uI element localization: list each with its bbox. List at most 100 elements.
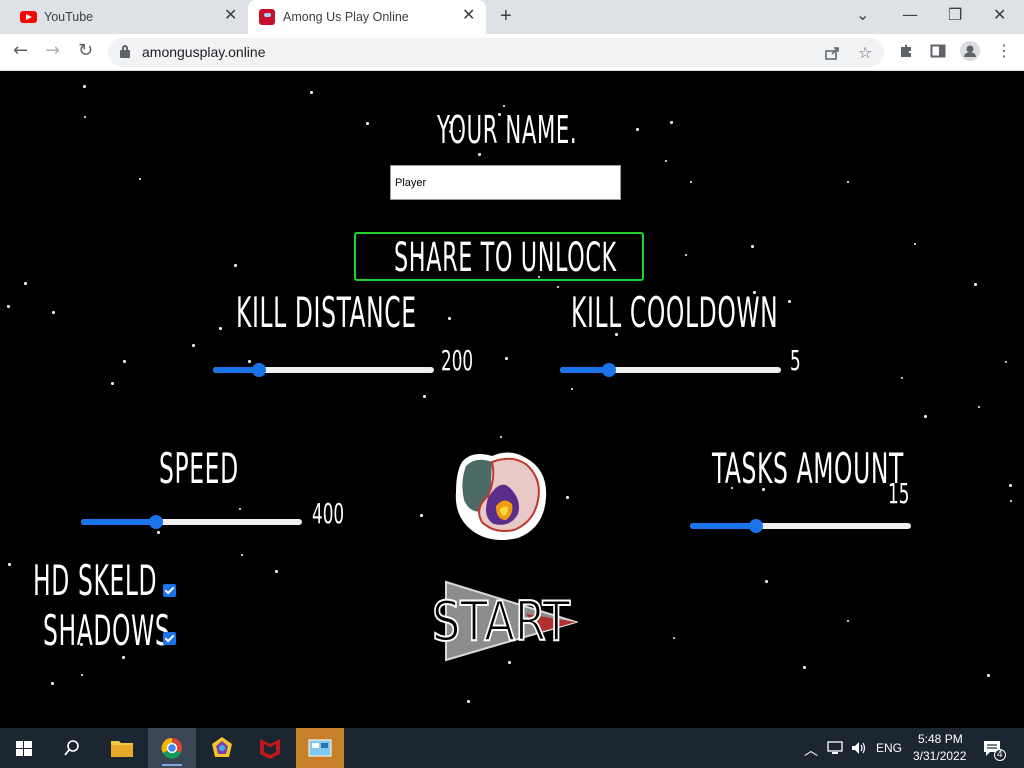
star — [51, 682, 54, 685]
star — [978, 406, 980, 408]
browser-toolbar: ← → ↻ amongusplay.online ☆ ⋮ — [0, 34, 1024, 71]
star — [52, 311, 55, 314]
tab-youtube-label: YouTube — [44, 10, 94, 24]
star — [987, 674, 990, 677]
star — [847, 181, 849, 183]
your-name-title: YOUR NAME. — [437, 108, 578, 152]
profile-icon[interactable] — [960, 41, 980, 61]
start-button[interactable]: START — [430, 578, 578, 664]
back-arrow-icon[interactable]: ← — [13, 42, 28, 60]
star — [665, 160, 667, 162]
forward-arrow-icon[interactable]: → — [45, 42, 60, 60]
kill-cooldown-value: 5 — [790, 344, 801, 377]
star — [241, 554, 243, 556]
star — [1005, 361, 1007, 363]
star — [310, 91, 313, 94]
clock-time[interactable]: 5:48 PM — [918, 732, 963, 746]
language-indicator[interactable]: ENG — [876, 741, 902, 755]
star-icon[interactable]: ☆ — [858, 43, 872, 62]
tab-youtube[interactable]: YouTube ✕ — [0, 0, 246, 34]
star — [478, 153, 481, 156]
tab-among-us[interactable]: Among Us Play Online ✕ — [248, 0, 486, 34]
share-to-unlock-button[interactable]: SHARE TO UNLOCK — [354, 232, 644, 281]
reload-icon[interactable]: ↻ — [78, 42, 93, 60]
star — [670, 121, 673, 124]
speed-slider[interactable] — [81, 514, 302, 530]
chrome-icon[interactable] — [148, 728, 196, 768]
player-name-input[interactable] — [390, 165, 621, 200]
star — [505, 357, 508, 360]
star — [157, 531, 160, 534]
star — [139, 178, 141, 180]
extensions-icon[interactable] — [898, 43, 914, 59]
speed-value: 400 — [312, 497, 345, 530]
restore-icon[interactable]: ❐ — [948, 5, 962, 24]
star — [788, 300, 791, 303]
control-panel-icon[interactable] — [296, 728, 344, 768]
star — [219, 327, 222, 330]
star — [1010, 500, 1012, 502]
paint-app-icon[interactable] — [198, 728, 246, 768]
kill-distance-label: KILL DISTANCE — [236, 288, 417, 337]
star — [123, 360, 126, 363]
network-icon[interactable] — [826, 739, 844, 757]
mcafee-icon[interactable] — [246, 728, 294, 768]
shadows-checkbox[interactable] — [163, 632, 176, 645]
start-label: START — [432, 590, 571, 653]
star — [557, 286, 559, 288]
share-to-unlock-label: SHARE TO UNLOCK — [394, 235, 617, 281]
side-panel-icon[interactable] — [930, 43, 946, 59]
star — [636, 128, 639, 131]
star — [81, 674, 83, 676]
url-text[interactable]: amongusplay.online — [142, 44, 266, 60]
share-icon[interactable] — [824, 45, 840, 61]
star — [7, 305, 10, 308]
star — [571, 388, 573, 390]
star — [239, 508, 241, 510]
star — [914, 243, 916, 245]
star — [685, 254, 687, 256]
search-icon[interactable] — [48, 728, 96, 768]
new-tab-plus-icon[interactable]: + — [500, 6, 512, 26]
tasks-amount-slider-thumb[interactable] — [749, 519, 764, 533]
star — [84, 116, 86, 118]
star — [420, 514, 423, 517]
star — [234, 264, 237, 267]
hd-skeld-checkbox[interactable] — [163, 584, 176, 597]
pet-sticker-icon[interactable] — [452, 448, 550, 544]
menu-kebab-icon[interactable]: ⋮ — [996, 43, 1012, 59]
kill-distance-slider[interactable] — [213, 362, 434, 378]
close-window-icon[interactable]: ✕ — [993, 5, 1006, 24]
star — [500, 436, 502, 438]
star — [974, 283, 977, 286]
speed-label: SPEED — [159, 444, 239, 493]
star — [690, 181, 692, 183]
tray-chevron-icon[interactable]: ︿ — [804, 740, 818, 760]
address-bar[interactable]: amongusplay.online ☆ — [108, 38, 884, 67]
tasks-amount-slider[interactable] — [690, 518, 911, 534]
star — [803, 666, 806, 669]
browser-tab-bar: YouTube ✕ Among Us Play Online ✕ + ⌄ — ❐… — [0, 0, 1024, 34]
kill-cooldown-slider[interactable] — [560, 362, 781, 378]
kill-distance-slider-thumb[interactable] — [252, 363, 267, 377]
kill-cooldown-slider-thumb[interactable] — [601, 363, 616, 377]
volume-icon[interactable] — [850, 739, 868, 757]
kill-cooldown-label: KILL COOLDOWN — [571, 288, 779, 337]
notification-count-badge: 4 — [994, 749, 1006, 761]
tab-search-chevron-icon[interactable]: ⌄ — [856, 5, 869, 24]
star — [122, 656, 125, 659]
file-explorer-icon[interactable] — [98, 728, 146, 768]
star — [24, 282, 27, 285]
windows-start-icon[interactable] — [0, 728, 48, 768]
star — [275, 570, 278, 573]
close-tab-icon[interactable]: ✕ — [224, 8, 237, 24]
lock-icon[interactable] — [120, 45, 130, 58]
clock-date[interactable]: 3/31/2022 — [913, 749, 966, 763]
close-tab-icon[interactable]: ✕ — [462, 8, 475, 24]
speed-slider-thumb[interactable] — [149, 515, 164, 529]
star — [467, 700, 470, 703]
shadows-label: SHADOWS — [43, 606, 171, 655]
windows-taskbar: ︿ ENG 5:48 PM 3/31/2022 4 — [0, 728, 1024, 768]
among-us-icon — [259, 9, 275, 25]
minimize-icon[interactable]: — — [902, 5, 918, 24]
